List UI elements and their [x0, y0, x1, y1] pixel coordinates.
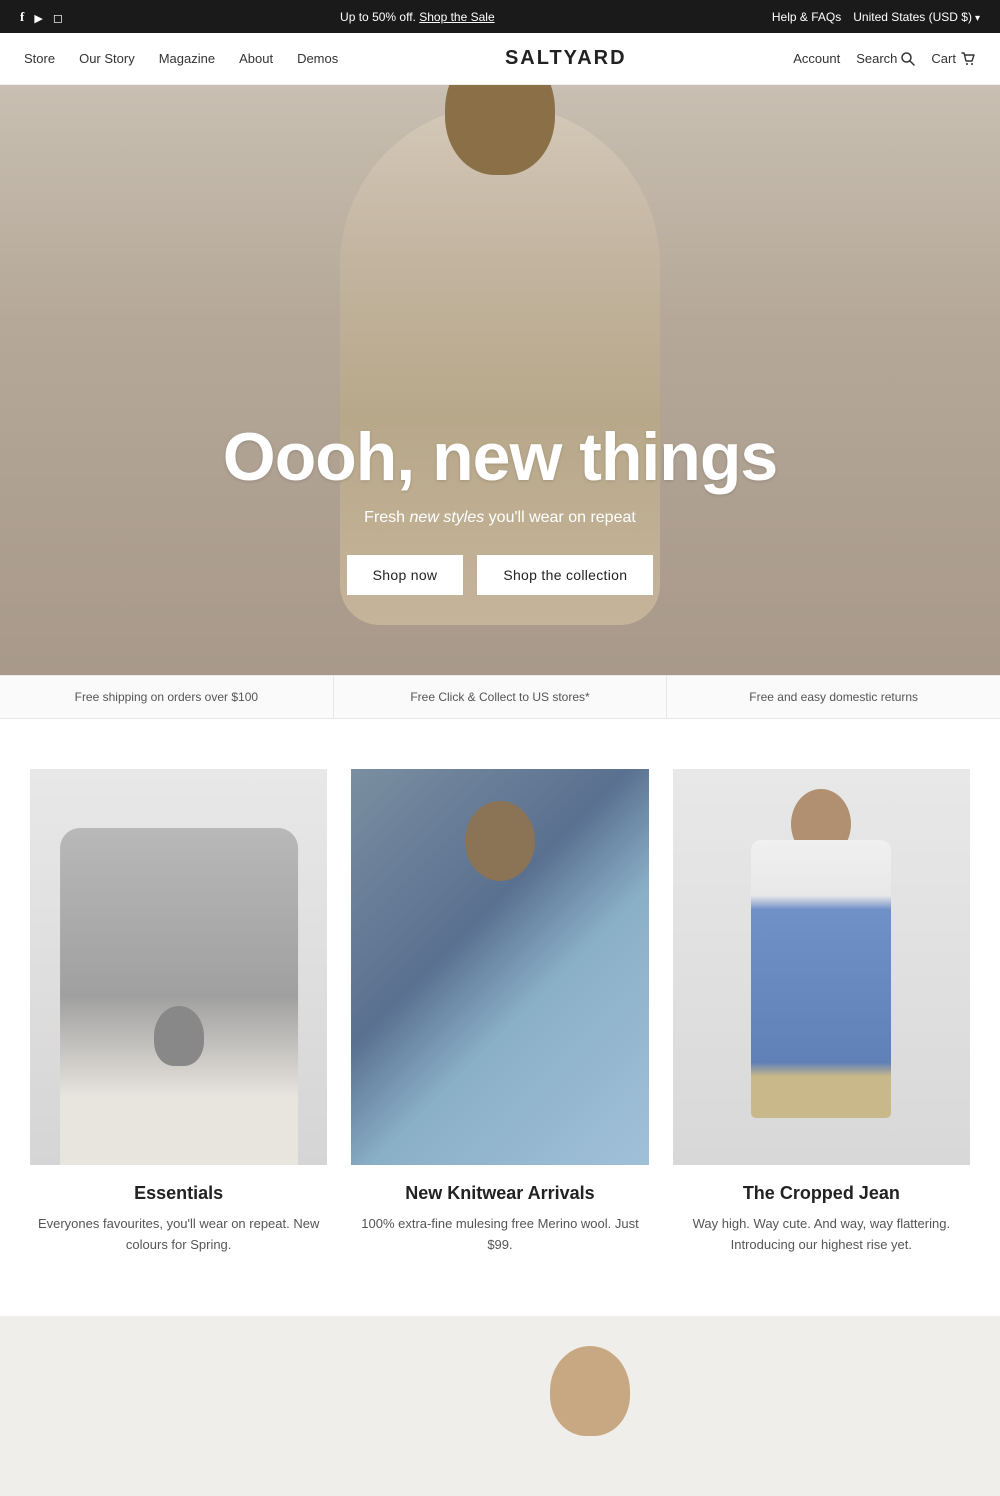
instagram-icon[interactable] [53, 9, 63, 25]
promo-announcement: Up to 50% off. Shop the Sale [63, 10, 772, 24]
product-desc-knitwear: 100% extra-fine mulesing free Merino woo… [351, 1214, 648, 1256]
hero-subtext: Fresh new styles you'll wear on repeat [223, 509, 777, 527]
product-title-jean: The Cropped Jean [673, 1183, 970, 1204]
hero-section: Oooh, new things Fresh new styles you'll… [0, 85, 1000, 675]
region-selector[interactable]: United States (USD $) [853, 10, 980, 24]
nav-our-story[interactable]: Our Story [79, 51, 135, 66]
shop-now-button[interactable]: Shop now [347, 555, 464, 595]
cart-icon [960, 51, 976, 67]
product-desc-jean: Way high. Way cute. And way, way flatter… [673, 1214, 970, 1256]
info-bar: Free shipping on orders over $100 Free C… [0, 675, 1000, 719]
info-click-collect: Free Click & Collect to US stores* [334, 676, 668, 718]
product-image-jean [673, 769, 970, 1165]
brand-logo[interactable]: SALTYARD [505, 47, 627, 70]
nav-links-right: Account Search Cart [793, 51, 976, 67]
search-icon [901, 52, 915, 66]
info-shipping: Free shipping on orders over $100 [0, 676, 334, 718]
nav-about[interactable]: About [239, 51, 273, 66]
youtube-icon[interactable] [34, 9, 42, 25]
facebook-icon[interactable] [20, 8, 24, 25]
nav-demos[interactable]: Demos [297, 51, 338, 66]
hero-buttons: Shop now Shop the collection [223, 555, 777, 595]
product-image-knitwear [351, 769, 648, 1165]
teaser-model-head [550, 1346, 630, 1436]
nav-magazine[interactable]: Magazine [159, 51, 215, 66]
product-card-knitwear[interactable]: New Knitwear Arrivals 100% extra-fine mu… [351, 769, 648, 1256]
product-card-essentials[interactable]: Essentials Everyones favourites, you'll … [30, 769, 327, 1256]
nav-store[interactable]: Store [24, 51, 55, 66]
social-icons [20, 8, 63, 25]
teaser-figure [480, 1326, 700, 1496]
product-desc-essentials: Everyones favourites, you'll wear on rep… [30, 1214, 327, 1256]
account-link[interactable]: Account [793, 51, 840, 66]
region-chevron-icon [975, 10, 980, 24]
promo-link[interactable]: Shop the Sale [419, 10, 494, 24]
product-grid: Essentials Everyones favourites, you'll … [30, 769, 970, 1256]
product-title-knitwear: New Knitwear Arrivals [351, 1183, 648, 1204]
hero-headline: Oooh, new things [223, 420, 777, 495]
product-image-essentials [30, 769, 327, 1165]
utility-links: Help & FAQs United States (USD $) [772, 10, 980, 24]
bottom-teaser [0, 1316, 1000, 1496]
cart-link[interactable]: Cart [931, 51, 976, 67]
main-nav: Store Our Story Magazine About Demos SAL… [0, 33, 1000, 85]
info-returns: Free and easy domestic returns [667, 676, 1000, 718]
search-link[interactable]: Search [856, 51, 915, 66]
nav-links-left: Store Our Story Magazine About Demos [24, 51, 338, 66]
product-card-jean[interactable]: The Cropped Jean Way high. Way cute. And… [673, 769, 970, 1256]
product-section: Essentials Everyones favourites, you'll … [0, 719, 1000, 1286]
announcement-bar: Up to 50% off. Shop the Sale Help & FAQs… [0, 0, 1000, 33]
product-title-essentials: Essentials [30, 1183, 327, 1204]
help-link[interactable]: Help & FAQs [772, 10, 841, 24]
shop-collection-button[interactable]: Shop the collection [477, 555, 653, 595]
hero-content: Oooh, new things Fresh new styles you'll… [223, 420, 777, 595]
